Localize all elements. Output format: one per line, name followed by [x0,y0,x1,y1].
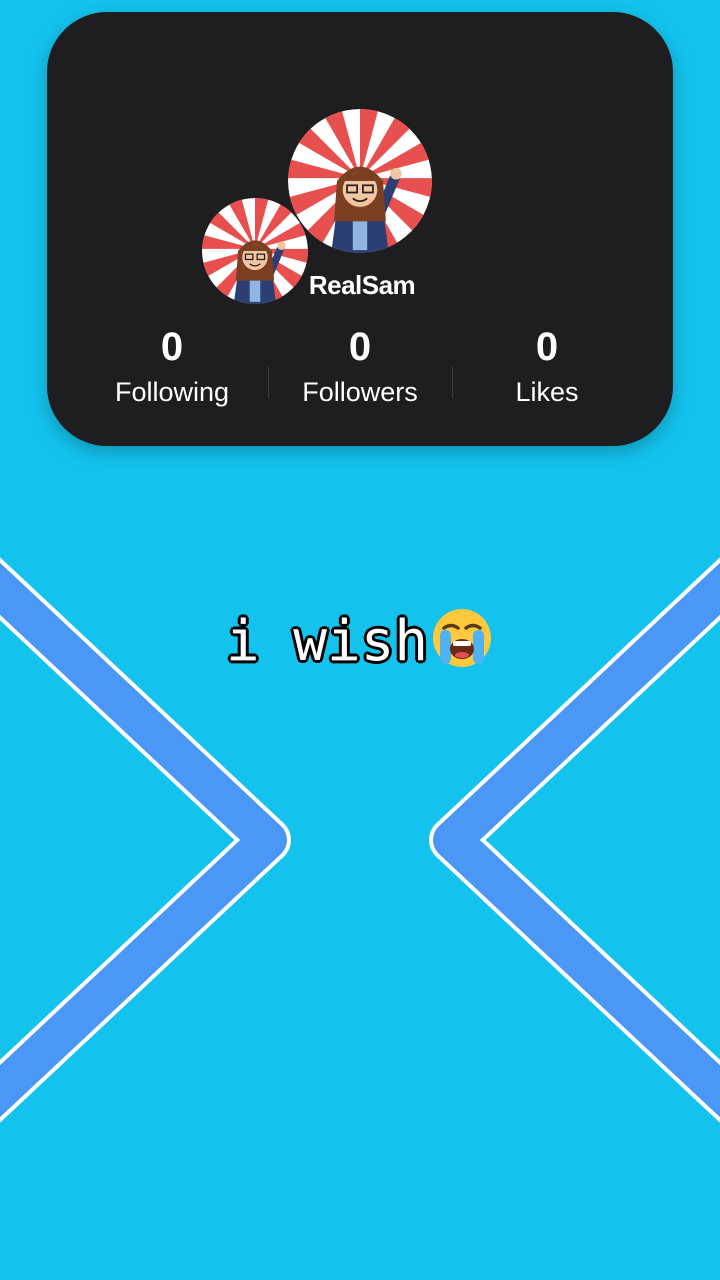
avatar-primary[interactable] [288,109,432,253]
profile-card: RealSam 0 Following 0 Followers 0 Likes [47,12,673,446]
caption: i wish [0,606,720,674]
following-count: 0 [160,325,184,369]
stat-divider [268,366,269,398]
story-canvas: RealSam 0 Following 0 Followers 0 Likes … [0,0,720,1280]
following-label: Following [114,377,230,407]
stat-following[interactable]: 0 Following [92,324,252,412]
likes-count: 0 [535,325,559,369]
stat-divider [452,366,453,398]
profile-stats: 0 Following 0 Followers 0 Likes [47,324,673,424]
followers-label: Followers [302,377,418,407]
likes-label: Likes [515,377,579,407]
username: RealSam [308,270,416,300]
loudly-crying-face-icon [433,609,492,667]
avatar-secondary[interactable] [202,198,308,304]
caption-text: i wish [225,609,429,674]
stat-followers[interactable]: 0 Followers [280,324,440,412]
followers-count: 0 [348,325,372,369]
stat-likes[interactable]: 0 Likes [467,324,627,412]
